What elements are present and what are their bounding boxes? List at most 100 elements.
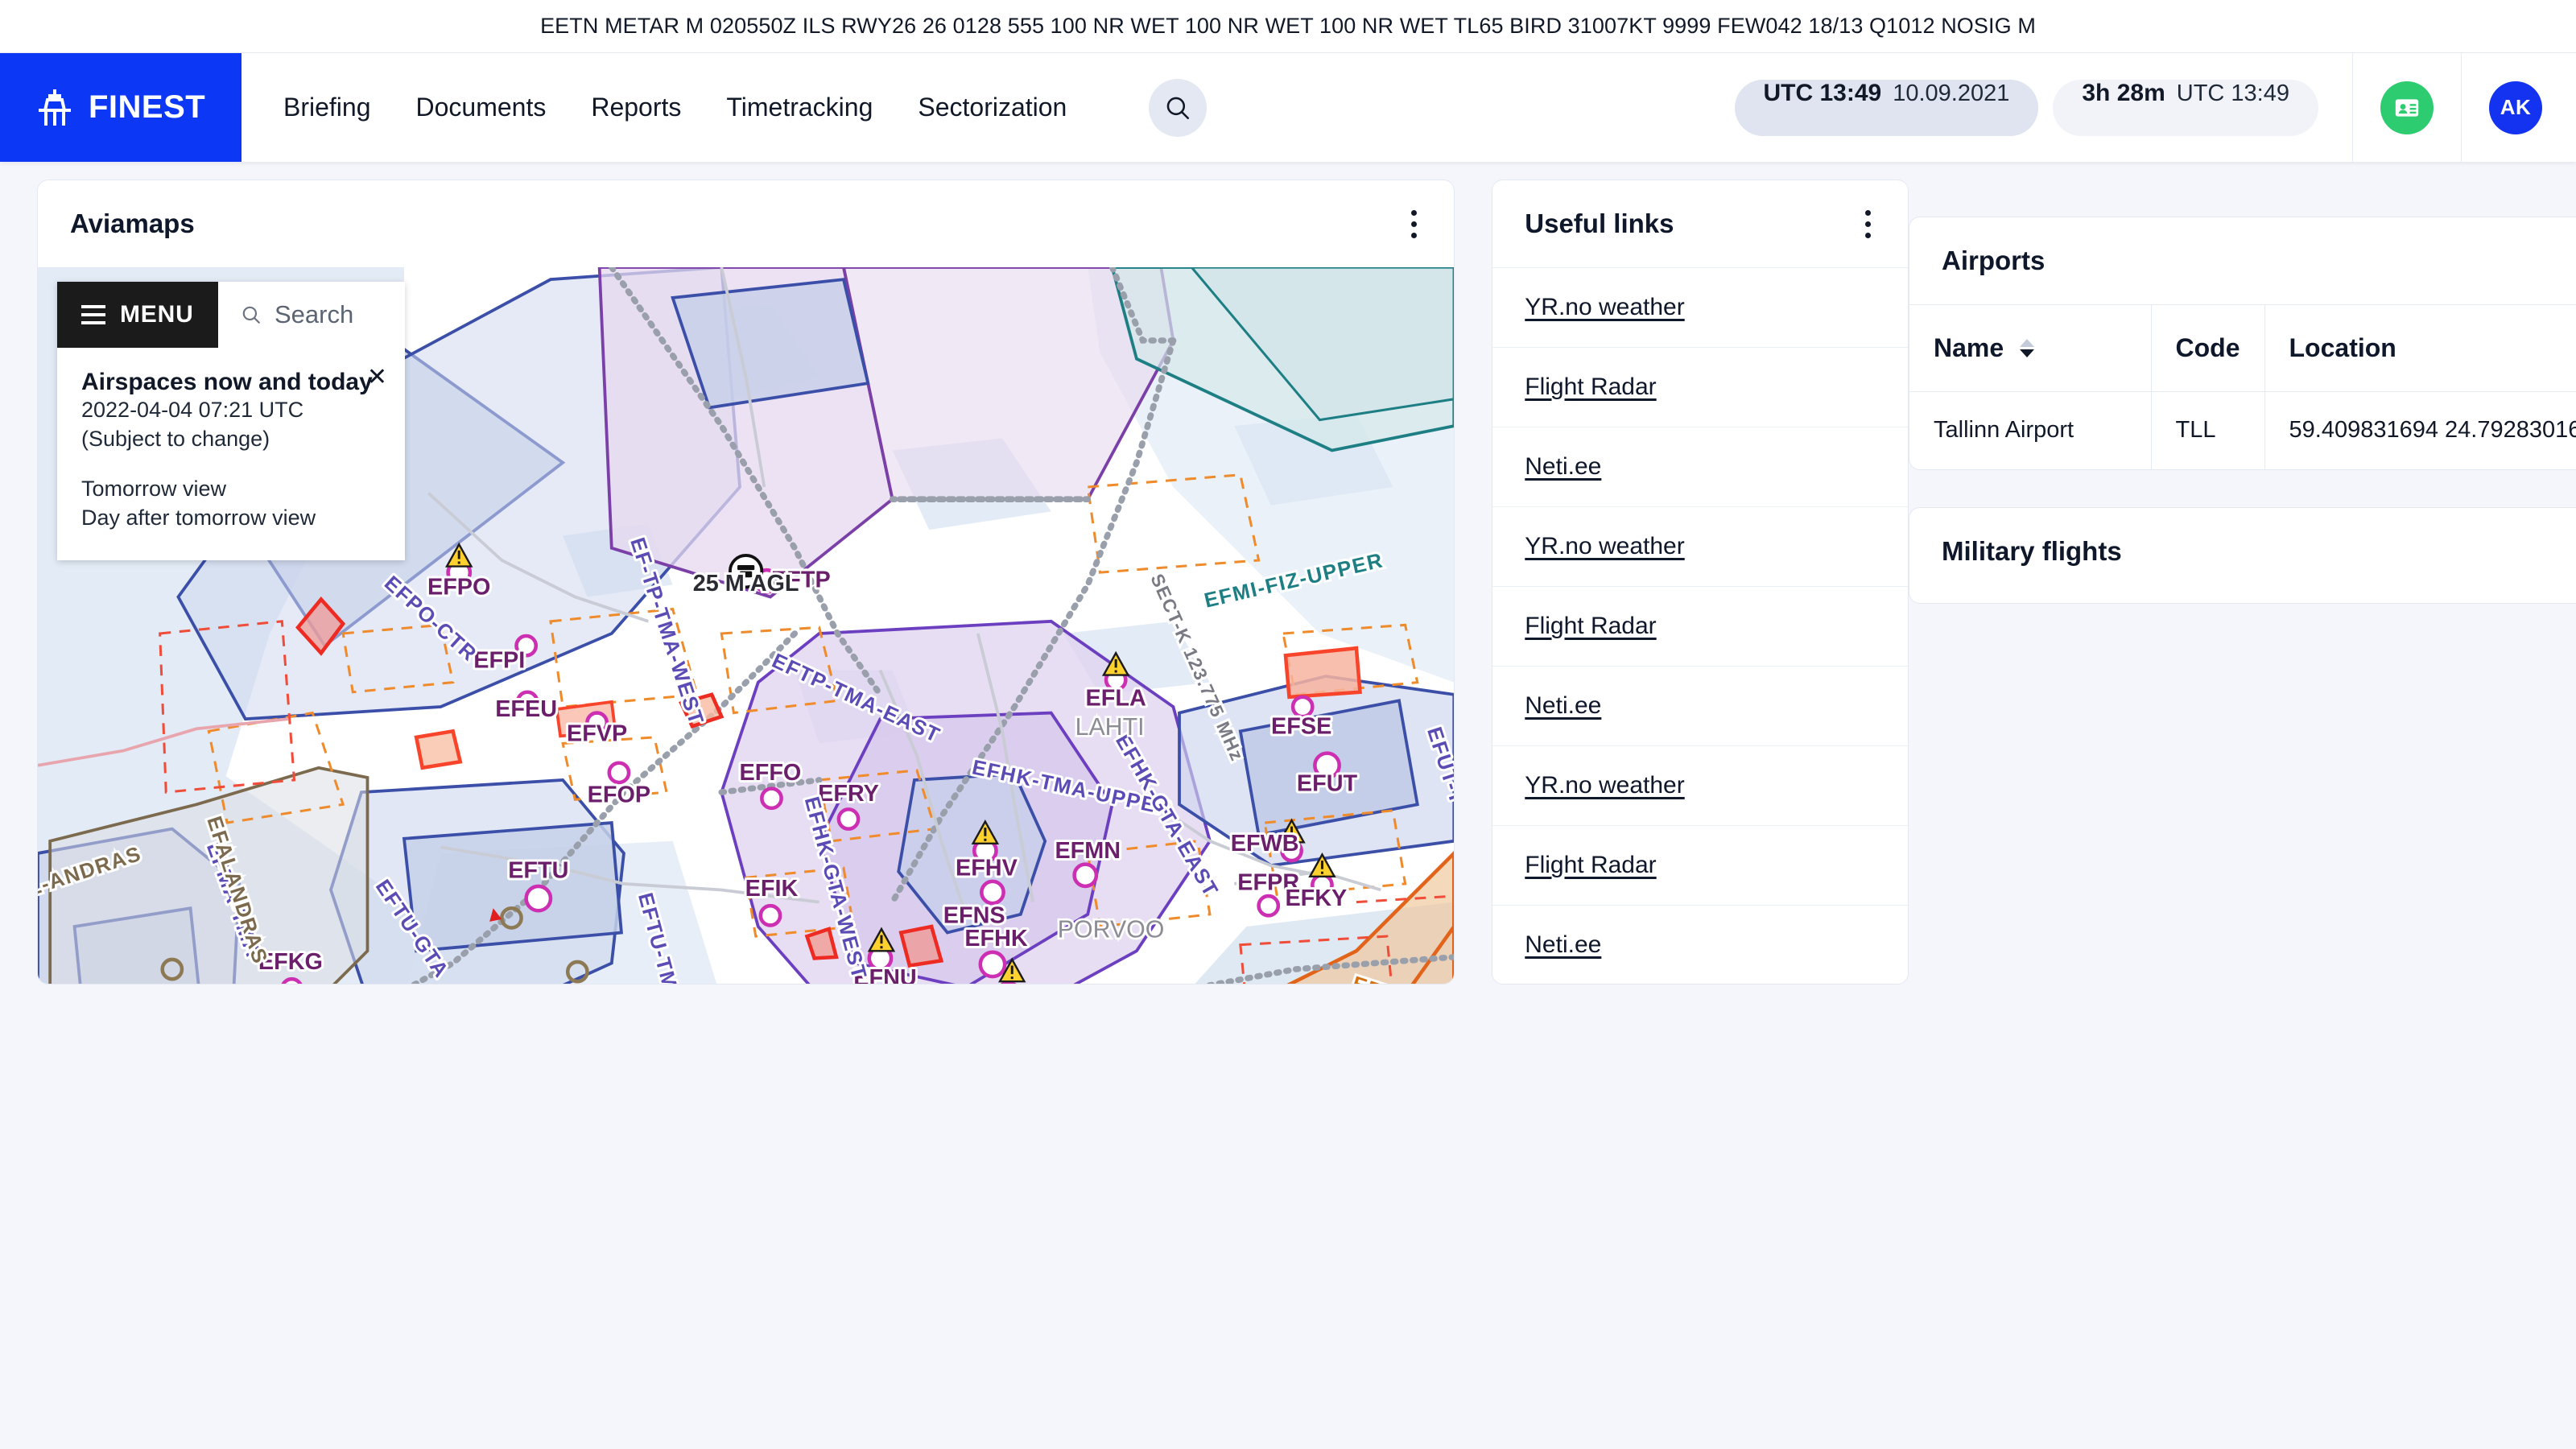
nav-item-briefing[interactable]: Briefing	[283, 93, 371, 122]
page-body: Aviamaps EFPO EFPI EFEU EFVP EFOP EFFO E…	[0, 162, 2576, 1331]
airport-name: Tallinn Airport	[1909, 391, 2152, 469]
map-airspace-label: EFPI	[473, 647, 525, 673]
nav-item-reports[interactable]: Reports	[591, 93, 681, 122]
airports-header: Airports	[1909, 217, 2576, 304]
header-right-cluster: UTC 13:49 10.09.2021 3h 28m UTC 13:49 AK	[1734, 53, 2576, 162]
map-airspace-label: EFFO	[740, 760, 802, 786]
useful-link-2[interactable]: Neti.ee	[1525, 453, 1601, 481]
header-search-button[interactable]	[1149, 78, 1208, 137]
sort-desc-icon	[2020, 349, 2035, 357]
airports-table: Name Code Location Sunrise Sunse	[1909, 304, 2576, 469]
map-airspace-label: EFIK	[745, 876, 799, 902]
brand-logo[interactable]: FINEST	[0, 53, 242, 162]
airports-table-body: Tallinn Airport TLL 59.409831694 24.792830…	[1909, 391, 2576, 469]
useful-link-row[interactable]: Flight Radar	[1492, 825, 1908, 905]
map-airspace-label: EFKY	[1285, 886, 1347, 911]
airports-title: Airports	[1942, 246, 2046, 275]
day-after-tomorrow-view-link[interactable]: Day after tomorrow view	[81, 504, 381, 533]
map-controls: MENU Search ✕ Airspaces now and today 20…	[57, 282, 405, 560]
useful-link-3[interactable]: YR.no weather	[1525, 533, 1684, 560]
useful-link-row[interactable]: Neti.ee	[1492, 905, 1908, 984]
airspaces-panel-title: Airspaces now and today	[81, 369, 373, 395]
avatar[interactable]: AK	[2489, 80, 2542, 134]
useful-links-title: Useful links	[1525, 208, 1674, 238]
close-icon[interactable]: ✕	[367, 365, 387, 390]
map-airspace-label: EFHK	[964, 926, 1028, 952]
map-airspace-label: EFWB	[1231, 831, 1299, 857]
useful-link-row[interactable]: YR.no weather	[1492, 267, 1908, 347]
search-icon	[1167, 97, 1190, 119]
control-tower-icon	[37, 89, 72, 126]
useful-link-1[interactable]: Flight Radar	[1525, 374, 1656, 401]
airspaces-info-panel: ✕ Airspaces now and today 2022-04-04 07:…	[57, 348, 405, 560]
useful-link-4[interactable]: Flight Radar	[1525, 613, 1656, 640]
column-header-location[interactable]: Location	[2264, 304, 2576, 392]
main-nav: Briefing Documents Reports Timetracking …	[242, 53, 1208, 162]
useful-link-5[interactable]: Neti.ee	[1525, 692, 1601, 720]
useful-links-menu-button[interactable]	[1860, 202, 1876, 246]
utc-clock-label: UTC 13:49	[1763, 79, 1882, 106]
map-airspace-label: EFPO	[427, 574, 490, 600]
metar-ticker: EETN METAR M 020550Z ILS RWY26 26 0128 5…	[0, 0, 2576, 53]
nav-item-documents[interactable]: Documents	[416, 93, 547, 122]
useful-link-row[interactable]: Neti.ee	[1492, 666, 1908, 745]
column-header-code[interactable]: Code	[2151, 304, 2265, 392]
column-header-name[interactable]: Name	[1909, 304, 2152, 392]
useful-links-list: YR.no weather Flight Radar Neti.ee YR.no we…	[1492, 267, 1908, 984]
sort-toggle-name[interactable]	[2020, 339, 2035, 357]
table-header-row: Name Code Location Sunrise Sunse	[1909, 304, 2576, 392]
header-divider-2	[2461, 53, 2462, 162]
map-airspace-label: EFUT	[1297, 771, 1358, 797]
map-search-input[interactable]: Search	[218, 282, 405, 348]
id-card-icon	[2395, 98, 2419, 117]
map-airspace-label: EFLA	[1086, 685, 1146, 711]
airspaces-panel-note: (Subject to change)	[81, 426, 270, 451]
military-flights-title: Military flights	[1942, 535, 2122, 566]
map-airspace-label: EFSE	[1271, 713, 1331, 739]
useful-link-row[interactable]: Flight Radar	[1492, 347, 1908, 427]
map-airspace-label: EFOP	[588, 782, 650, 807]
nav-item-timetracking[interactable]: Timetracking	[726, 93, 873, 122]
useful-link-0[interactable]: YR.no weather	[1525, 294, 1684, 321]
duty-timer-pill[interactable]: 3h 28m UTC 13:49	[2053, 79, 2318, 136]
column-label-name: Name	[1934, 333, 2004, 362]
useful-link-7[interactable]: Flight Radar	[1525, 852, 1656, 879]
map-airspace-label: EFNS	[943, 902, 1005, 928]
map-menu-label: MENU	[120, 301, 194, 328]
brand-name: FINEST	[89, 89, 206, 125]
useful-links-card: Useful links YR.no weather Flight Radar Ne…	[1492, 180, 1909, 985]
useful-link-row[interactable]: Neti.ee	[1492, 427, 1908, 506]
utc-date-value: 10.09.2021	[1893, 80, 2010, 106]
id-badge-button[interactable]	[2380, 80, 2434, 134]
search-icon	[242, 306, 260, 324]
map-menu-button[interactable]: MENU	[57, 282, 218, 348]
aviamaps-card: Aviamaps EFPO EFPI EFEU EFVP EFOP EFFO E…	[37, 180, 1455, 985]
sort-asc-icon	[2020, 339, 2035, 347]
map-search-placeholder: Search	[275, 300, 354, 328]
duty-time-value: UTC 13:49	[2176, 80, 2289, 106]
useful-link-row[interactable]: YR.no weather	[1492, 745, 1908, 825]
header-divider	[2352, 53, 2353, 162]
map-canvas[interactable]: EFPO EFPI EFEU EFVP EFOP EFFO EFRY EFTP EFLA EFSE…	[38, 267, 1455, 984]
map-city-label: PORVOO	[1058, 917, 1165, 943]
map-airspace-label: EFRY	[818, 781, 879, 807]
metar-text: EETN METAR M 020550Z ILS RWY26 26 0128 5…	[540, 14, 2036, 38]
useful-links-header: Useful links	[1492, 180, 1908, 267]
nav-item-sectorization[interactable]: Sectorization	[918, 93, 1067, 122]
tomorrow-view-link[interactable]: Tomorrow view	[81, 475, 381, 504]
useful-link-row[interactable]: Flight Radar	[1492, 586, 1908, 666]
aviamaps-title: Aviamaps	[70, 208, 195, 238]
useful-link-row[interactable]: YR.no weather	[1492, 506, 1908, 586]
duty-duration-label: 3h 28m	[2082, 79, 2165, 106]
military-flights-header: Military flights	[1909, 508, 2576, 595]
table-row[interactable]: Tallinn Airport TLL 59.409831694 24.792830…	[1909, 391, 2576, 469]
useful-link-8[interactable]: Neti.ee	[1525, 931, 1601, 959]
aviamaps-menu-button[interactable]	[1406, 202, 1422, 246]
airspaces-panel-timestamp: 2022-04-04 07:21 UTC	[81, 398, 304, 422]
map-airspace-label: EFEU	[495, 696, 557, 722]
useful-link-6[interactable]: YR.no weather	[1525, 772, 1684, 799]
map-airspace-label: EFVP	[567, 720, 627, 746]
map-altitude-label: 25 M AGL	[693, 571, 799, 597]
utc-clock-pill[interactable]: UTC 13:49 10.09.2021	[1734, 79, 2039, 136]
airport-location: 59.409831694 24.792830162	[2264, 391, 2576, 469]
